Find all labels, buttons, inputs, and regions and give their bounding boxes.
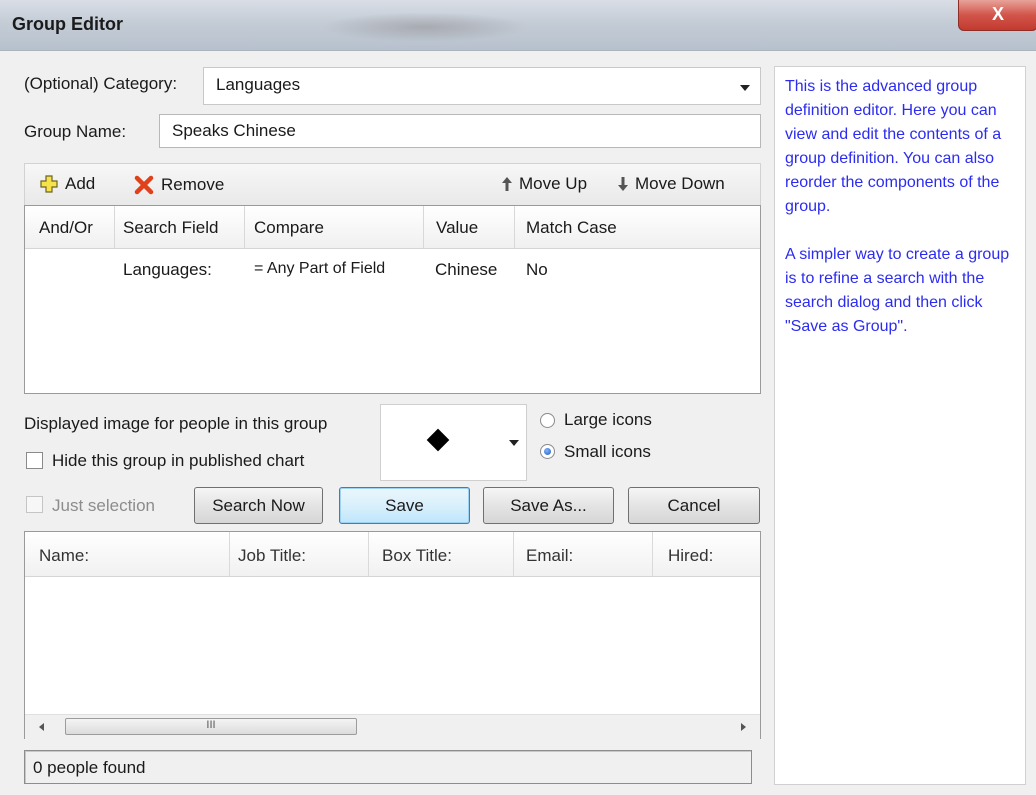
category-dropdown[interactable]: Languages <box>203 67 761 105</box>
save-as-button[interactable]: Save As... <box>483 487 614 524</box>
save-button[interactable]: Save <box>339 487 470 524</box>
help-paragraph-2: A simpler way to create a group is to re… <box>785 246 1010 335</box>
group-name-value: Speaks Chinese <box>172 121 296 140</box>
category-value: Languages <box>216 75 301 94</box>
column-header[interactable]: Hired: <box>668 546 713 566</box>
remove-button[interactable]: Remove <box>133 174 224 196</box>
group-name-label: Group Name: <box>24 122 127 141</box>
chevron-down-icon <box>740 85 750 91</box>
column-header[interactable]: Name: <box>39 546 89 566</box>
column-header[interactable]: Match Case <box>526 218 617 238</box>
grip-icon: III <box>206 719 216 731</box>
column-header[interactable]: And/Or <box>39 218 93 238</box>
column-header[interactable]: Box Title: <box>382 546 452 566</box>
column-divider[interactable] <box>652 532 653 576</box>
small-icons-label[interactable]: Small icons <box>564 442 651 462</box>
cell-match-case: No <box>526 260 548 279</box>
category-label: (Optional) Category: <box>24 74 178 93</box>
horizontal-scrollbar[interactable]: III <box>25 714 760 739</box>
title-bar: Group Editor <box>0 0 1036 51</box>
results-table-header: Name: Job Title: Box Title: Email: Hired… <box>25 532 760 577</box>
scrollbar-thumb[interactable]: III <box>65 718 357 735</box>
column-divider[interactable] <box>514 206 515 248</box>
column-divider[interactable] <box>368 532 369 576</box>
move-down-label: Move Down <box>635 174 725 193</box>
column-header[interactable]: Search Field <box>123 218 218 238</box>
window-title: Group Editor <box>12 14 123 34</box>
status-text: 0 people found <box>33 758 146 777</box>
cell-search-field: Languages: <box>123 260 212 279</box>
status-bar: 0 people found <box>24 750 752 784</box>
group-name-input[interactable]: Speaks Chinese <box>159 114 761 148</box>
add-button[interactable]: Add <box>39 174 95 194</box>
cell-value: Chinese <box>435 260 498 279</box>
remove-icon <box>134 175 154 195</box>
image-label: Displayed image for people in this group <box>24 414 328 433</box>
cell-compare: = Any Part of Field <box>254 260 386 277</box>
group-image-dropdown[interactable] <box>380 404 527 481</box>
move-up-button[interactable]: Move Up <box>501 174 587 194</box>
column-divider[interactable] <box>114 206 115 248</box>
column-header[interactable]: Compare <box>254 218 324 238</box>
criteria-table[interactable]: And/Or Search Field Compare Value Match … <box>24 205 761 394</box>
arrow-up-icon <box>502 177 512 191</box>
scroll-left-icon[interactable] <box>39 723 44 731</box>
help-paragraph-1: This is the advanced group definition ed… <box>785 78 1002 215</box>
column-header[interactable]: Email: <box>526 546 573 566</box>
results-table[interactable]: Name: Job Title: Box Title: Email: Hired… <box>24 531 761 739</box>
title-bar-blur <box>320 12 530 42</box>
just-selection-checkbox[interactable] <box>26 496 43 513</box>
diamond-icon <box>426 428 450 452</box>
move-down-button[interactable]: Move Down <box>617 174 725 194</box>
criteria-table-header: And/Or Search Field Compare Value Match … <box>25 206 760 249</box>
column-header[interactable]: Job Title: <box>238 546 306 566</box>
help-panel: This is the advanced group definition ed… <box>774 66 1026 785</box>
large-icons-radio[interactable] <box>540 413 555 428</box>
hide-group-label[interactable]: Hide this group in published chart <box>52 451 304 471</box>
column-header[interactable]: Value <box>436 218 478 238</box>
column-divider[interactable] <box>423 206 424 248</box>
small-icons-radio[interactable] <box>540 444 555 459</box>
chevron-down-icon <box>509 440 519 446</box>
close-button[interactable]: X <box>958 0 1036 31</box>
column-divider[interactable] <box>229 532 230 576</box>
just-selection-label[interactable]: Just selection <box>52 496 155 516</box>
arrow-down-icon <box>618 177 628 191</box>
column-divider[interactable] <box>513 532 514 576</box>
add-icon <box>40 175 58 193</box>
column-divider[interactable] <box>244 206 245 248</box>
cancel-button[interactable]: Cancel <box>628 487 760 524</box>
close-icon: X <box>991 4 1004 24</box>
move-up-label: Move Up <box>519 174 588 193</box>
hide-group-checkbox[interactable] <box>26 452 43 469</box>
add-label: Add <box>65 174 96 193</box>
remove-label: Remove <box>161 175 225 194</box>
search-now-button[interactable]: Search Now <box>194 487 323 524</box>
large-icons-label[interactable]: Large icons <box>564 410 652 430</box>
criteria-toolbar: Add Remove Move Up Move Down <box>24 163 761 205</box>
scroll-right-icon[interactable] <box>741 723 746 731</box>
